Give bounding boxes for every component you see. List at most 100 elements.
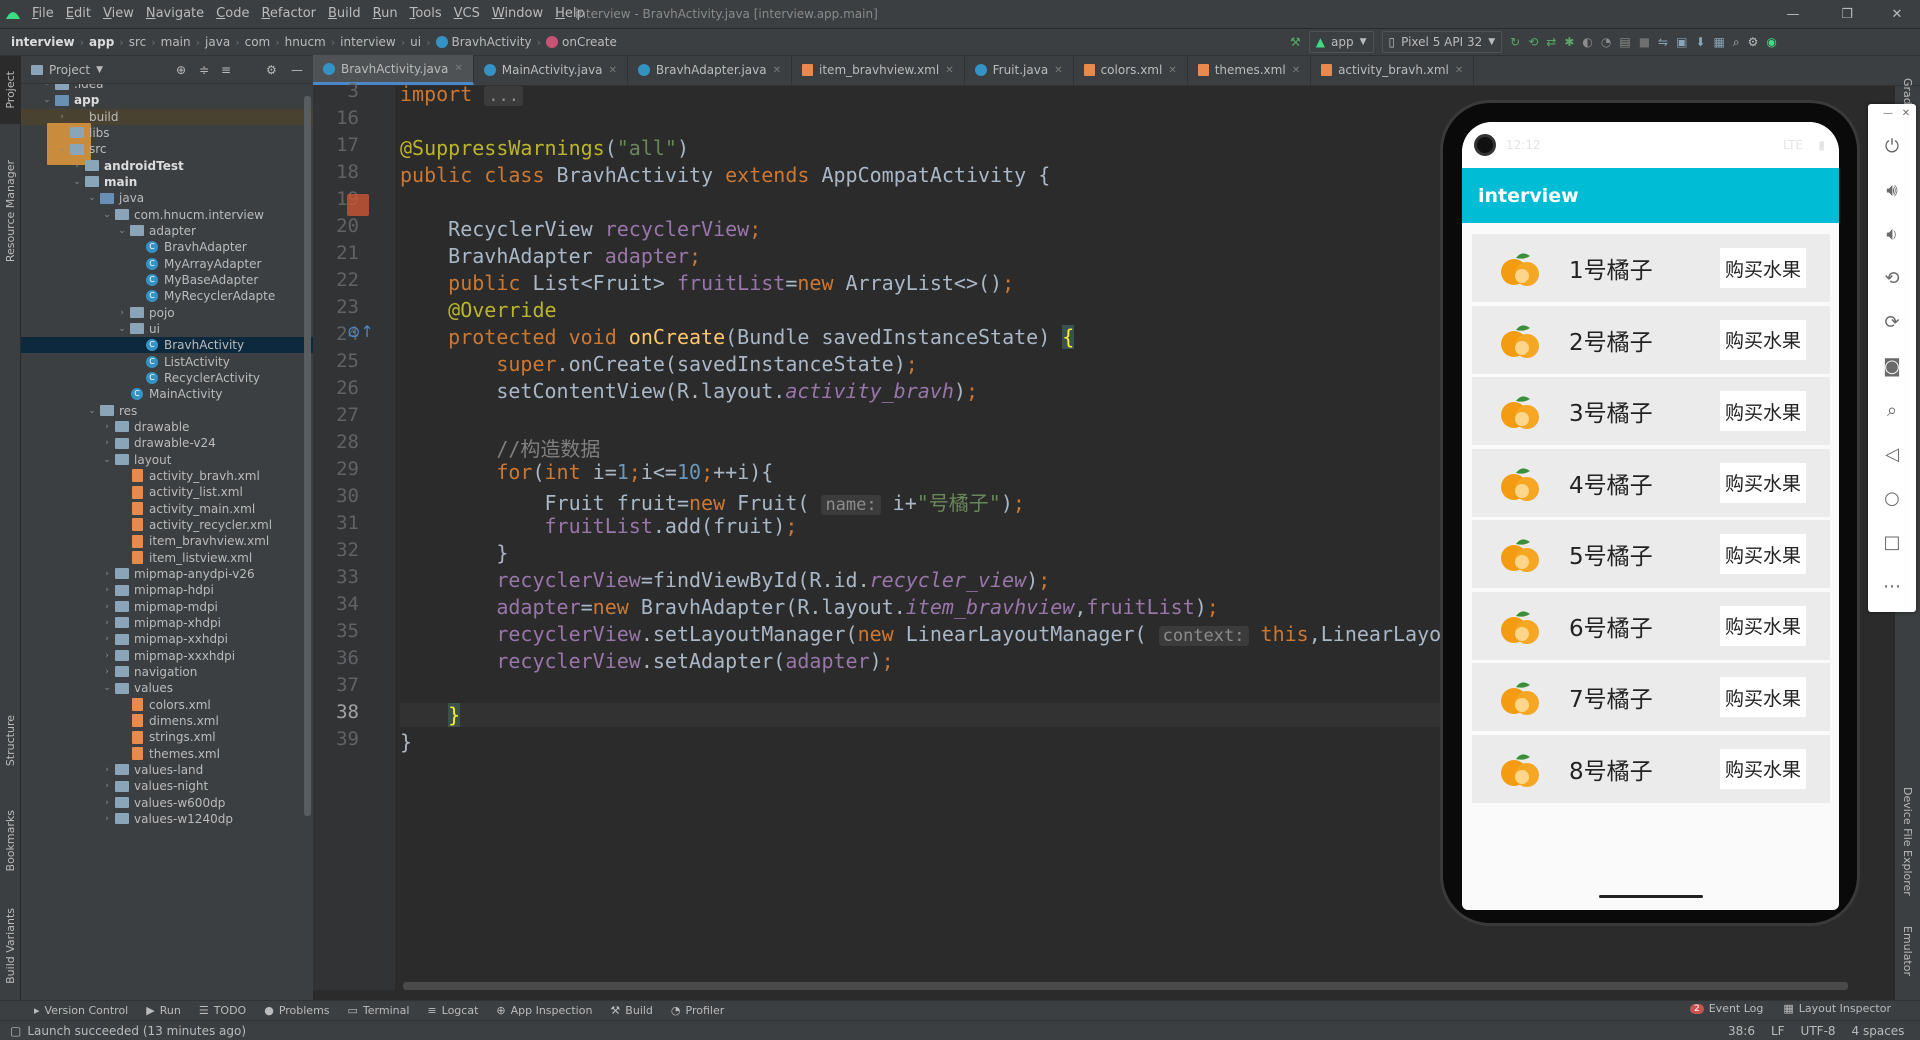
- tree-item[interactable]: ⌄ app: [21, 92, 313, 108]
- chevron-icon[interactable]: ›: [115, 308, 129, 318]
- tab-project[interactable]: Project: [0, 56, 21, 124]
- tree-item[interactable]: › mipmap-hdpi: [21, 582, 313, 598]
- home-icon[interactable]: ○: [1880, 486, 1904, 510]
- tree-item[interactable]: › values-night: [21, 778, 313, 794]
- editor-tab[interactable]: MainActivity.java ✕: [474, 55, 628, 85]
- tool-window-button[interactable]: ▶ Run: [146, 1004, 181, 1017]
- breadcrumb-item[interactable]: onCreate: [543, 35, 620, 49]
- layout-inspector-button[interactable]: ▦ Layout Inspector: [1783, 1002, 1891, 1015]
- tool-window-button[interactable]: ▭ Terminal: [348, 1004, 410, 1017]
- stop-icon[interactable]: ■: [1639, 31, 1650, 53]
- expand-all-icon[interactable]: ≑: [199, 63, 209, 77]
- menu-edit[interactable]: Edit: [60, 0, 97, 28]
- close-emulator-icon[interactable]: ✕: [1894, 106, 1918, 120]
- tab-resource-manager[interactable]: Resource Manager: [0, 136, 21, 286]
- editor-tab[interactable]: themes.xml ✕: [1188, 55, 1312, 85]
- tab-structure[interactable]: Structure: [0, 696, 21, 786]
- chevron-icon[interactable]: ›: [100, 618, 114, 628]
- chevron-icon[interactable]: ›: [100, 585, 114, 595]
- breadcrumb-item[interactable]: app: [86, 35, 117, 49]
- more-icon[interactable]: ⋯: [1880, 574, 1904, 598]
- status-message[interactable]: Launch succeeded (13 minutes ago): [27, 1024, 246, 1038]
- profile-icon[interactable]: ◔: [1601, 31, 1611, 53]
- apply-code-changes-icon[interactable]: ⇄: [1546, 31, 1556, 53]
- tree-item[interactable]: colors.xml: [21, 697, 313, 713]
- breadcrumb-item[interactable]: com: [242, 35, 274, 49]
- menu-code[interactable]: Code: [210, 0, 255, 28]
- chevron-icon[interactable]: ›: [100, 781, 114, 791]
- menu-view[interactable]: View: [97, 0, 140, 28]
- menu-refactor[interactable]: Refactor: [255, 0, 322, 28]
- gesture-nav-bar[interactable]: [1599, 895, 1703, 898]
- close-tab-icon[interactable]: ✕: [945, 65, 953, 76]
- menu-build[interactable]: Build: [322, 0, 367, 28]
- tree-item[interactable]: C ListActivity: [21, 354, 313, 370]
- android-studio-icon[interactable]: ◉: [1766, 31, 1776, 53]
- tree-item[interactable]: ⌄ res: [21, 403, 313, 419]
- emulator-screen[interactable]: 12:12 LTE ▮ interview 1号橘子 购买水果 2号橘子 购买水果 3号…: [1462, 122, 1839, 910]
- chevron-icon[interactable]: ⌄: [85, 406, 99, 416]
- tab-gradle[interactable]: Gradle: [1897, 78, 1918, 115]
- sdk-manager-icon[interactable]: ⬇: [1695, 31, 1705, 53]
- breadcrumb-item[interactable]: interview: [337, 35, 399, 49]
- layout-inspector-icon[interactable]: ▦: [1714, 31, 1725, 53]
- buy-fruit-button[interactable]: 购买水果: [1720, 248, 1806, 288]
- tree-item[interactable]: activity_main.xml: [21, 501, 313, 517]
- menu-navigate[interactable]: Navigate: [140, 0, 210, 28]
- chevron-icon[interactable]: ›: [100, 569, 114, 579]
- locate-icon[interactable]: ⊕: [176, 63, 186, 77]
- tool-window-button[interactable]: ≡ Logcat: [427, 1004, 478, 1017]
- chevron-icon[interactable]: ⌄: [115, 324, 129, 334]
- editor-tab[interactable]: BravhAdapter.java ✕: [628, 55, 793, 85]
- chevron-icon[interactable]: ›: [100, 602, 114, 612]
- chevron-icon[interactable]: ⌄: [85, 193, 99, 203]
- breadcrumb-item[interactable]: java: [202, 35, 233, 49]
- tree-scrollbar[interactable]: [304, 96, 311, 816]
- power-icon[interactable]: ⏻: [1880, 134, 1904, 158]
- chevron-icon[interactable]: ⌄: [115, 226, 129, 236]
- close-tab-icon[interactable]: ✕: [1455, 65, 1463, 76]
- minimize-button[interactable]: —: [1770, 0, 1816, 28]
- chevron-icon[interactable]: ›: [100, 667, 114, 677]
- tree-item[interactable]: themes.xml: [21, 746, 313, 762]
- tree-item[interactable]: › androidTest: [21, 158, 313, 174]
- breadcrumb-item[interactable]: src: [126, 35, 150, 49]
- tab-bookmarks[interactable]: Bookmarks: [0, 796, 21, 886]
- breadcrumb-item[interactable]: main: [158, 35, 194, 49]
- breadcrumb-item[interactable]: hnucm: [282, 35, 329, 49]
- breadcrumb-item[interactable]: ui: [407, 35, 424, 49]
- override-marker-icon[interactable]: ⊙↑: [347, 322, 374, 341]
- tree-item[interactable]: ⌄ java: [21, 190, 313, 206]
- close-tab-icon[interactable]: ✕: [1292, 65, 1300, 76]
- tree-item[interactable]: ⌄ adapter: [21, 223, 313, 239]
- editor-tab[interactable]: colors.xml ✕: [1074, 55, 1188, 85]
- chevron-icon[interactable]: ›: [100, 798, 114, 808]
- tree-item[interactable]: C BravhActivity: [21, 337, 313, 354]
- project-view-select[interactable]: Project: [49, 63, 90, 77]
- tree-item[interactable]: ⌄ layout: [21, 452, 313, 468]
- tree-item[interactable]: C RecyclerActivity: [21, 370, 313, 386]
- chevron-icon[interactable]: ⌄: [100, 683, 114, 693]
- layout-preview-icon[interactable]: [347, 194, 369, 216]
- tree-item[interactable]: › mipmap-xxxhdpi: [21, 648, 313, 664]
- tree-item[interactable]: item_bravhview.xml: [21, 533, 313, 549]
- chevron-icon[interactable]: ›: [100, 422, 114, 432]
- tree-item[interactable]: strings.xml: [21, 729, 313, 745]
- tree-item[interactable]: › values-land: [21, 762, 313, 778]
- tree-item[interactable]: › navigation: [21, 664, 313, 680]
- tree-item[interactable]: ⌄ src: [21, 141, 313, 157]
- chevron-icon[interactable]: ›: [100, 765, 114, 775]
- buy-fruit-button[interactable]: 购买水果: [1720, 391, 1806, 431]
- tree-item[interactable]: ⌄ ui: [21, 321, 313, 337]
- volume-down-icon[interactable]: 🔉︎: [1880, 222, 1904, 246]
- chevron-icon[interactable]: ⌄: [70, 177, 84, 187]
- tree-item[interactable]: › values-w1240dp: [21, 811, 313, 827]
- menu-window[interactable]: Window: [486, 0, 549, 28]
- attach-debugger-icon[interactable]: ◐: [1582, 31, 1592, 53]
- coverage-icon[interactable]: ▤: [1619, 31, 1630, 53]
- rotate-left-icon[interactable]: ⟲: [1880, 266, 1904, 290]
- horizontal-scrollbar[interactable]: [403, 982, 1848, 990]
- rotate-right-icon[interactable]: ⟳: [1880, 310, 1904, 334]
- chevron-icon[interactable]: ›: [100, 634, 114, 644]
- menu-tools[interactable]: Tools: [404, 0, 448, 28]
